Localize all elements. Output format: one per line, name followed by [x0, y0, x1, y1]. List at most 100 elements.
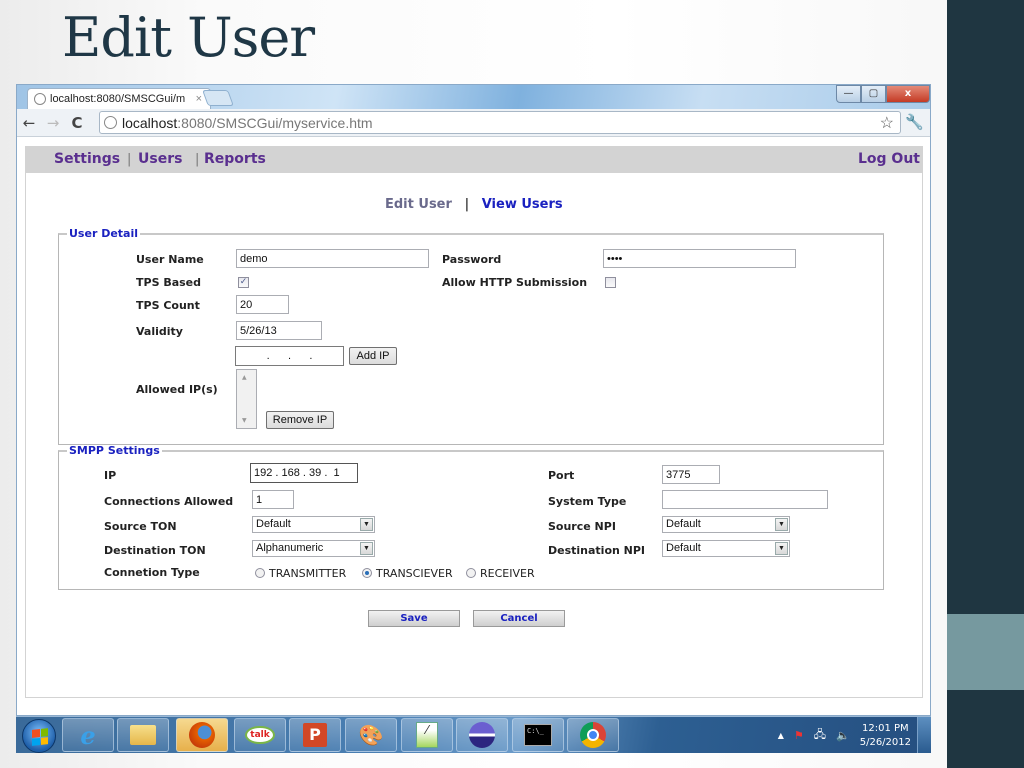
taskbar-paint[interactable]: 🎨: [345, 718, 397, 752]
port-label: Port: [548, 469, 575, 482]
user-name-label: User Name: [136, 253, 204, 266]
tps-count-input[interactable]: [236, 295, 289, 314]
allowed-ips-listbox[interactable]: ▲ ▼: [236, 369, 257, 429]
volume-icon[interactable]: 🔈: [836, 729, 850, 742]
taskbar-powerpoint[interactable]: P: [289, 718, 341, 752]
destination-npi-select[interactable]: Default ▼: [662, 540, 790, 557]
paint-icon: 🎨: [358, 723, 384, 747]
slide-title: Edit User: [62, 6, 315, 69]
connection-type-label: Connetion Type: [104, 566, 200, 579]
google-talk-icon: talk: [245, 726, 275, 744]
scroll-up-icon[interactable]: ▲: [242, 374, 247, 381]
tab-title: localhost:8080/SMSCGui/m: [50, 93, 186, 105]
clock-date: 5/26/2012: [859, 736, 911, 748]
destination-ton-select[interactable]: Alphanumeric ▼: [252, 540, 375, 557]
dropdown-arrow-icon[interactable]: ▼: [775, 518, 788, 531]
logout-link[interactable]: Log Out: [858, 151, 920, 167]
show-hidden-icons[interactable]: ▲: [778, 731, 784, 740]
menu-reports[interactable]: Reports: [204, 151, 266, 167]
minimize-button[interactable]: —: [836, 85, 861, 103]
slide-decoration-accent: [947, 614, 1024, 690]
user-name-input[interactable]: [236, 249, 429, 268]
cancel-button[interactable]: Cancel: [473, 610, 565, 627]
validity-input[interactable]: [236, 321, 322, 340]
powerpoint-icon: P: [303, 723, 327, 747]
browser-window: localhost:8080/SMSCGui/m × — ▢ x ← → C l…: [16, 84, 931, 716]
taskbar-google-talk[interactable]: talk: [234, 718, 286, 752]
command-prompt-icon: C:\_: [524, 724, 552, 746]
address-bar[interactable]: localhost :8080/SMSCGui/myservice.htm ☆: [99, 111, 901, 134]
tab-close-icon[interactable]: ×: [196, 93, 202, 105]
start-button[interactable]: [22, 719, 56, 753]
destination-npi-label: Destination NPI: [548, 544, 646, 557]
add-ip-button[interactable]: Add IP: [349, 347, 397, 365]
password-input[interactable]: [603, 249, 796, 268]
tps-based-checkbox[interactable]: ✓: [238, 277, 249, 288]
connections-allowed-input[interactable]: [252, 490, 294, 509]
allow-http-checkbox[interactable]: [605, 277, 616, 288]
remove-ip-button[interactable]: Remove IP: [266, 411, 334, 429]
allow-http-label: Allow HTTP Submission: [442, 276, 588, 289]
destination-ton-value: Alphanumeric: [256, 542, 324, 554]
radio-receiver-label[interactable]: RECEIVER: [480, 567, 535, 580]
back-button[interactable]: ←: [17, 114, 41, 132]
browser-titlebar: localhost:8080/SMSCGui/m × — ▢ x: [17, 85, 930, 109]
radio-transmitter[interactable]: [255, 568, 265, 578]
browser-tab[interactable]: localhost:8080/SMSCGui/m ×: [27, 88, 211, 109]
radio-receiver[interactable]: [466, 568, 476, 578]
ip-entry-input[interactable]: [235, 346, 344, 366]
dropdown-arrow-icon[interactable]: ▼: [360, 518, 373, 531]
wrench-menu-icon[interactable]: 🔧: [905, 113, 924, 131]
page-content: Settings | Users | Reports Log Out Edit …: [25, 146, 923, 698]
source-npi-label: Source NPI: [548, 520, 616, 533]
dropdown-arrow-icon[interactable]: ▼: [360, 542, 373, 555]
radio-transciever[interactable]: [362, 568, 372, 578]
taskbar-file-explorer[interactable]: [117, 718, 169, 752]
show-desktop-button[interactable]: [917, 717, 931, 753]
source-npi-value: Default: [666, 518, 701, 530]
url-host: localhost: [122, 114, 178, 131]
windows-logo-icon: [32, 728, 48, 746]
page-info-icon[interactable]: [104, 116, 117, 129]
new-tab-button[interactable]: [202, 90, 234, 106]
port-input[interactable]: [662, 465, 720, 484]
system-tray: ▲ ⚑ 🖧 🔈 12:01 PM 5/26/2012: [778, 717, 911, 754]
eclipse-icon: [469, 722, 495, 748]
taskbar-command-prompt[interactable]: C:\_: [512, 718, 564, 752]
menu-settings[interactable]: Settings: [54, 151, 120, 167]
system-clock[interactable]: 12:01 PM 5/26/2012: [860, 722, 911, 750]
smpp-ip-input[interactable]: [250, 463, 358, 483]
save-button[interactable]: Save: [368, 610, 460, 627]
menu-separator: |: [127, 152, 132, 167]
close-window-button[interactable]: x: [886, 85, 930, 103]
forward-button[interactable]: →: [41, 114, 65, 132]
system-type-label: System Type: [548, 495, 627, 508]
maximize-button[interactable]: ▢: [861, 85, 886, 103]
globe-icon: [34, 93, 46, 105]
tps-count-label: TPS Count: [136, 299, 200, 312]
reload-button[interactable]: C: [65, 114, 89, 132]
subnav-view-users[interactable]: View Users: [482, 197, 563, 212]
system-type-input[interactable]: [662, 490, 828, 509]
source-ton-select[interactable]: Default ▼: [252, 516, 375, 533]
browser-toolbar: ← → C localhost :8080/SMSCGui/myservice.…: [17, 109, 930, 137]
menu-users[interactable]: Users: [138, 151, 182, 167]
destination-npi-value: Default: [666, 542, 701, 554]
radio-transciever-label[interactable]: TRANSCIEVER: [376, 567, 453, 580]
dropdown-arrow-icon[interactable]: ▼: [775, 542, 788, 555]
taskbar-firefox[interactable]: [176, 718, 228, 752]
internet-explorer-icon: e: [80, 720, 96, 750]
action-center-flag-icon[interactable]: ⚑: [794, 729, 804, 742]
source-npi-select[interactable]: Default ▼: [662, 516, 790, 533]
radio-transmitter-label[interactable]: TRANSMITTER: [269, 567, 346, 580]
scroll-down-icon[interactable]: ▼: [242, 417, 247, 424]
taskbar-internet-explorer[interactable]: e: [62, 718, 114, 752]
network-icon[interactable]: 🖧: [814, 726, 826, 745]
taskbar-notepad-plus-plus[interactable]: ⁄: [401, 718, 453, 752]
slide-decoration-band: [947, 0, 1024, 768]
subnav-separator: |: [464, 197, 470, 212]
taskbar-eclipse[interactable]: [456, 718, 508, 752]
chrome-icon: [580, 722, 606, 748]
bookmark-star-icon[interactable]: ☆: [880, 113, 894, 133]
taskbar-chrome[interactable]: [567, 718, 619, 752]
